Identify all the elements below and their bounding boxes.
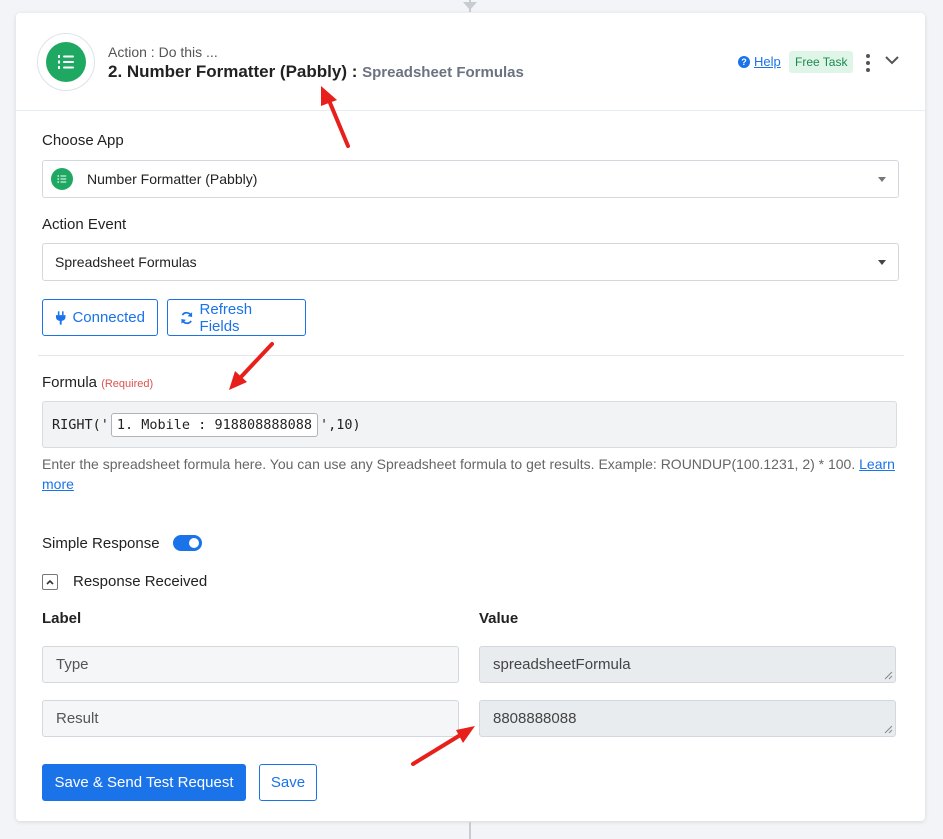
action-step-card: Action : Do this ... 2. Number Formatter…: [16, 13, 925, 821]
formula-prefix: RIGHT(': [52, 416, 109, 433]
help-link[interactable]: ? Help: [738, 54, 781, 69]
save-send-test-button[interactable]: Save & Send Test Request: [42, 764, 246, 801]
list-icon: [51, 168, 73, 190]
response-value-field[interactable]: 8808888088: [479, 700, 896, 737]
refresh-fields-button[interactable]: Refresh Fields: [167, 299, 306, 336]
step-title-event: Spreadsheet Formulas: [362, 64, 524, 81]
caret-down-icon: [878, 177, 886, 182]
resize-grip-icon[interactable]: [884, 725, 893, 734]
formula-label: Formula (Required): [42, 374, 153, 391]
caret-down-icon: [878, 260, 886, 265]
simple-response-toggle[interactable]: [173, 535, 202, 551]
formula-help-text: Enter the spreadsheet formula here. You …: [42, 454, 904, 494]
response-label-field[interactable]: Type: [42, 646, 459, 683]
resize-grip-icon[interactable]: [884, 671, 893, 680]
choose-app-value: Number Formatter (Pabbly): [87, 171, 258, 187]
step-header[interactable]: Action : Do this ... 2. Number Formatter…: [16, 13, 925, 111]
chevron-up-icon: [46, 579, 54, 585]
mapped-field-pill[interactable]: 1. Mobile : 918808888088: [110, 412, 318, 437]
app-logo: [37, 33, 95, 91]
choose-app-label: Choose App: [42, 132, 124, 149]
formula-label-text: Formula: [42, 374, 98, 391]
choose-app-select[interactable]: Number Formatter (Pabbly): [42, 160, 899, 198]
connected-button[interactable]: Connected: [42, 299, 158, 336]
step-subtitle: Action : Do this ...: [108, 44, 218, 60]
response-value-text: spreadsheetFormula: [493, 656, 631, 673]
kebab-menu-icon[interactable]: [862, 54, 874, 72]
refresh-icon: [181, 311, 193, 324]
refresh-fields-label: Refresh Fields: [199, 300, 253, 335]
response-value-text: 8808888088: [493, 710, 577, 727]
free-task-badge: Free Task: [789, 51, 854, 73]
label-column-header: Label: [42, 610, 82, 627]
response-value-field[interactable]: spreadsheetFormula: [479, 646, 896, 683]
formula-suffix: ',10): [319, 416, 361, 433]
formula-input[interactable]: RIGHT(' 1. Mobile : 918808888088 ',10): [42, 401, 897, 448]
simple-response-label: Simple Response: [42, 535, 160, 552]
toggle-knob: [189, 538, 199, 548]
connected-label: Connected: [72, 309, 145, 326]
step-title: 2. Number Formatter (Pabbly) : Spreadshe…: [108, 62, 524, 82]
help-label: Help: [754, 54, 781, 69]
formula-help: Enter the spreadsheet formula here. You …: [42, 456, 856, 472]
required-marker: (Required): [101, 378, 154, 390]
plug-icon: [55, 310, 66, 325]
response-received-label: Response Received: [73, 573, 208, 590]
question-icon: ?: [738, 55, 750, 68]
step-title-app: 2. Number Formatter (Pabbly) :: [108, 62, 363, 81]
section-divider: [38, 355, 904, 356]
action-event-select[interactable]: Spreadsheet Formulas: [42, 243, 899, 281]
value-column-header: Value: [479, 610, 519, 627]
list-icon: [46, 42, 86, 82]
collapse-response-button[interactable]: [42, 574, 58, 590]
chevron-down-icon[interactable]: [884, 53, 900, 67]
flow-connector-bottom: [469, 822, 471, 839]
action-event-label: Action Event: [42, 216, 127, 233]
flow-arrow-icon: [463, 2, 477, 10]
action-event-value: Spreadsheet Formulas: [55, 254, 197, 270]
response-label-field[interactable]: Result: [42, 700, 459, 737]
save-button[interactable]: Save: [259, 764, 317, 801]
